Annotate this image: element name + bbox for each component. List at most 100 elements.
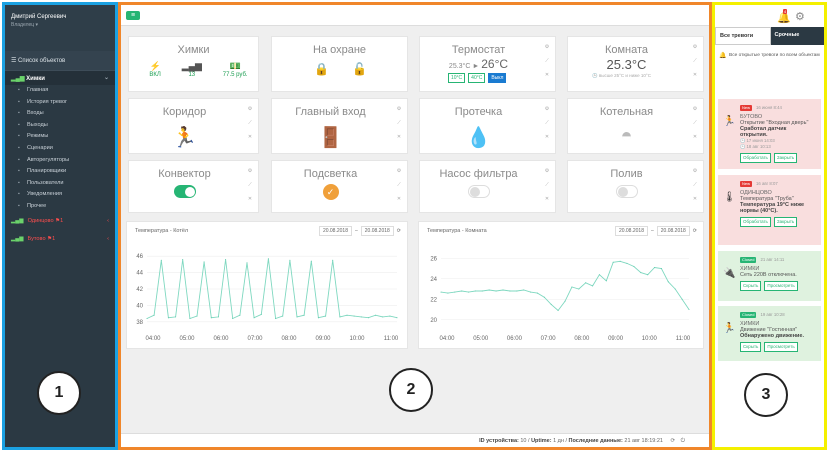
- close-icon[interactable]: ✕: [246, 130, 254, 144]
- gear-icon[interactable]: ⚙: [395, 102, 403, 116]
- data-point: [488, 289, 490, 291]
- data-point: [571, 286, 573, 288]
- bell-icon[interactable]: 🔔 4: [777, 9, 791, 24]
- tile-boiler[interactable]: Котельная ◓ ⚙ ⟋ ✕: [567, 98, 704, 154]
- lock-closed-icon[interactable]: 🔒: [314, 62, 329, 76]
- alert-detail: Температура 19°C ниже нормы (40°C).: [740, 202, 805, 214]
- close-icon[interactable]: ✕: [691, 130, 699, 144]
- off-button[interactable]: Выкл: [488, 73, 507, 83]
- alert-action-button[interactable]: Просмотреть: [764, 342, 798, 352]
- tab-all-alerts[interactable]: Все тревоги: [715, 27, 771, 45]
- alert-action-button[interactable]: Закрыть: [773, 217, 798, 227]
- chart-icon[interactable]: ⟋: [395, 178, 403, 192]
- sidebar-item[interactable]: ▪ Выходы: [5, 120, 115, 132]
- power-icon[interactable]: ⏻: [681, 438, 685, 444]
- sidebar-item[interactable]: ▪ Уведомления: [5, 189, 115, 201]
- close-icon[interactable]: ✕: [691, 192, 699, 206]
- alarm-object-item[interactable]: ▂▄▆ Одинцово ⚑1 ‹: [5, 213, 115, 231]
- alert-card[interactable]: 🌡 New 16 авг 8:07 ОДИНЦОВО Температура "Труб…: [718, 175, 821, 245]
- tile-light[interactable]: Подсветка ✓ ⚙ ⟋ ✕: [271, 160, 408, 213]
- other-icon: ▪: [18, 202, 20, 209]
- menu-toggle-button[interactable]: ≡: [126, 11, 140, 20]
- gear-icon[interactable]: ⚙: [691, 102, 699, 116]
- pump-toggle[interactable]: [467, 185, 490, 198]
- gear-icon[interactable]: ⚙: [543, 102, 551, 116]
- gear-icon[interactable]: ⚙: [691, 40, 699, 54]
- chart-icon[interactable]: ⟋: [691, 178, 699, 192]
- chart-icon[interactable]: ⟋: [246, 178, 254, 192]
- alert-card[interactable]: 🔌 Closed 21 авг 14:11 ХИМКИ Сеть 220В отключ…: [718, 251, 821, 301]
- alert-action-button[interactable]: Просмотреть: [764, 281, 798, 291]
- objects-list-link[interactable]: ☰ Список объектов: [5, 51, 115, 71]
- tile-guard[interactable]: На охране 🔒 🔓: [271, 36, 408, 92]
- gear-icon[interactable]: ⚙: [543, 164, 551, 178]
- sidebar-item[interactable]: ▪ Режимы: [5, 131, 115, 143]
- all-open-alerts-link[interactable]: 🔔 Все открытые тревоги по всем объектам: [715, 45, 824, 73]
- lock-open-icon[interactable]: 🔓: [352, 62, 367, 76]
- alert-card[interactable]: 🏃 New 16 июня 8:44 БУТОВО Открытие "Входная …: [718, 99, 821, 169]
- gear-icon[interactable]: ⚙: [795, 10, 805, 23]
- tile-convector[interactable]: Конвектор ⚙ ⟋ ✕: [128, 160, 259, 213]
- sidebar-item[interactable]: ▪ Пользователи: [5, 178, 115, 190]
- watering-toggle[interactable]: [615, 185, 638, 198]
- tile-entrance[interactable]: Главный вход 🚪 ⚙ ⟋ ✕: [271, 98, 408, 154]
- close-icon[interactable]: ✕: [691, 68, 699, 82]
- chart-icon[interactable]: ⟋: [246, 116, 254, 130]
- alert-action-button[interactable]: Скрыть: [740, 281, 762, 291]
- preset-40-button[interactable]: 40°C: [468, 73, 486, 83]
- tab-urgent[interactable]: Срочные: [770, 27, 824, 45]
- sidebar-item[interactable]: ▪ История тревог: [5, 97, 115, 109]
- close-icon[interactable]: ✕: [543, 192, 551, 206]
- alert-card[interactable]: 🏃 Closed 19 авг 10:28 ХИМКИ Движение "Гостин…: [718, 306, 821, 361]
- tile-watering[interactable]: Полив ⚙ ⟋ ✕: [567, 160, 704, 213]
- sidebar-item[interactable]: ▪ Главная: [5, 85, 115, 97]
- preset-10-button[interactable]: 10°C: [448, 73, 466, 83]
- tile-leak[interactable]: Протечка 💧 ⚙ ⟋ ✕: [419, 98, 556, 154]
- close-icon[interactable]: ✕: [395, 130, 403, 144]
- gear-icon[interactable]: ⚙: [246, 164, 254, 178]
- close-icon[interactable]: ✕: [543, 68, 551, 82]
- gear-icon[interactable]: ⚙: [395, 164, 403, 178]
- data-point: [225, 259, 227, 260]
- chart-icon[interactable]: ⟋: [691, 54, 699, 68]
- sidebar-item[interactable]: ▪ Авторегуляторы: [5, 155, 115, 167]
- data-point: [196, 315, 198, 317]
- check-icon[interactable]: ✓: [322, 184, 339, 200]
- tile-khimki[interactable]: Химки ⚡ ВКЛ ▂▄▆ 13 💵 77.5 руб.: [128, 36, 259, 92]
- close-icon[interactable]: ✕: [246, 192, 254, 206]
- user-role[interactable]: Владелец ▾: [11, 22, 109, 28]
- data-point: [474, 290, 476, 292]
- user-panel[interactable]: Дмитрий Сергеевич Владелец ▾: [5, 5, 115, 51]
- alert-action-button[interactable]: Скрыть: [740, 342, 762, 352]
- sidebar-item[interactable]: ▪ Планировщики: [5, 166, 115, 178]
- alarm-object-item[interactable]: ▂▄▆ Бутово ⚑1 ‹: [5, 231, 115, 249]
- data-point: [346, 314, 348, 316]
- refresh-icon[interactable]: ⟳: [671, 438, 676, 444]
- close-icon[interactable]: ✕: [543, 130, 551, 144]
- chart-icon[interactable]: ⟋: [543, 178, 551, 192]
- tile-title: Подсветка: [303, 168, 358, 180]
- close-icon[interactable]: ✕: [395, 192, 403, 206]
- tile-corridor[interactable]: Коридор 🏃 ⚙ ⟋ ✕: [128, 98, 259, 154]
- data-point: [592, 285, 594, 287]
- gear-icon[interactable]: ⚙: [246, 102, 254, 116]
- chart-icon[interactable]: ⟋: [543, 54, 551, 68]
- alert-action-button[interactable]: Обработать: [740, 153, 771, 163]
- sidebar-item-label: Авторегуляторы: [27, 156, 70, 163]
- chart-icon[interactable]: ⟋: [691, 116, 699, 130]
- tile-room[interactable]: Комната 25.3°C 🕓 высше 25°C и ниже 10°C …: [567, 36, 704, 92]
- convector-toggle[interactable]: [173, 185, 196, 198]
- alert-action-button[interactable]: Обработать: [740, 217, 771, 227]
- tile-thermostat[interactable]: Термостат 25.3°C ► 26°C 10°C 40°C Выкл ⚙…: [419, 36, 556, 92]
- gear-icon[interactable]: ⚙: [691, 164, 699, 178]
- chart-icon[interactable]: ⟋: [543, 116, 551, 130]
- sidebar-item[interactable]: ▪ Прочее: [5, 201, 115, 213]
- object-group-khimki[interactable]: ▂▄▆ Химки ⌄: [5, 71, 115, 85]
- chart-icon[interactable]: ⟋: [395, 116, 403, 130]
- alert-action-button[interactable]: Закрыть: [773, 153, 798, 163]
- gear-icon[interactable]: ⚙: [543, 40, 551, 54]
- tile-pump[interactable]: Насос фильтра ⚙ ⟋ ✕: [419, 160, 556, 213]
- mode-icon: ▪: [18, 133, 20, 140]
- sidebar-item[interactable]: ▪ Сценарии: [5, 143, 115, 155]
- sidebar-item[interactable]: ▪ Входы: [5, 108, 115, 120]
